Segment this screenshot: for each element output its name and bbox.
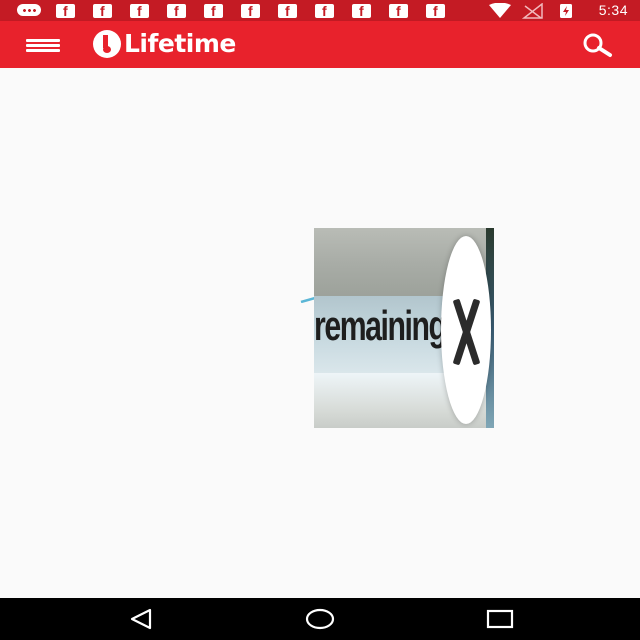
wifi-icon [489,3,511,18]
back-icon [130,608,152,630]
facebook-icon [389,3,408,19]
ad-overlay: remaining [314,228,494,428]
search-button[interactable] [578,30,618,60]
lifetime-logo-mark [93,30,121,58]
facebook-icon [426,3,445,19]
facebook-icon [204,3,223,19]
content-area: remaining [0,68,640,598]
battery-charging-icon [560,4,572,18]
app-bar: Lifetime [0,21,640,68]
back-button[interactable] [126,607,156,631]
message-icon [17,4,41,16]
logo-text: Lifetime [124,29,236,58]
facebook-icon [241,3,260,19]
recents-button[interactable] [485,607,515,631]
clock: 5:34 [598,2,628,18]
facebook-icon [352,3,371,19]
close-button[interactable] [441,236,491,424]
menu-icon [26,39,60,42]
home-button[interactable] [305,607,335,631]
lifetime-logo[interactable]: Lifetime [93,29,303,61]
navigation-bar [0,598,640,640]
facebook-icon [315,3,334,19]
menu-button[interactable] [22,33,66,57]
facebook-icon [130,3,149,19]
remaining-label: remaining [314,302,447,349]
no-signal-icon [522,3,543,19]
status-bar: 5:34 [0,0,640,21]
facebook-icon [93,3,112,19]
facebook-icon [56,3,75,19]
search-icon [583,33,612,57]
facebook-icon [167,3,186,19]
home-icon [305,608,335,630]
facebook-icon [278,3,297,19]
recents-icon [486,609,514,629]
